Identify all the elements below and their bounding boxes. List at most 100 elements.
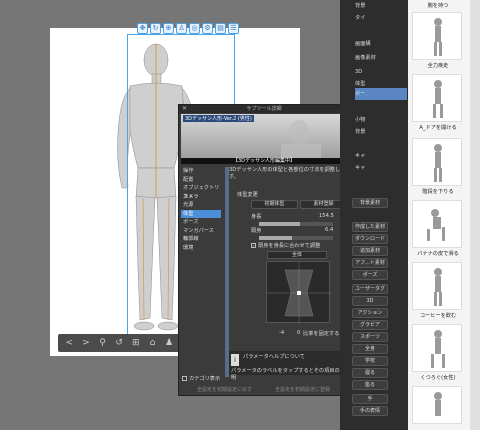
tree-item[interactable]: タイ [355,12,407,24]
figure-icon [431,330,445,368]
canvas-bottom-bar: < > ⚲ ↺ ⊞ ⌂ ♟ ▸ [58,334,191,352]
pose-label: くつろぐ(女性) [420,375,456,381]
tree-item[interactable]: 3D [355,66,407,78]
help-text: パラメータのラベルをタップするとその項目の説明 [231,368,345,381]
figure-icon [433,80,443,118]
edit-banner: 【3Dデッサン人形編集中】 [181,158,347,164]
dock-button[interactable]: ダウンロード [352,234,388,244]
reset-all-button[interactable]: 全設定を初期設定に戻す [197,386,252,393]
settings-icon[interactable]: ⚙ [202,23,213,34]
height-slider[interactable] [259,222,333,226]
dock-button[interactable]: 寝る [352,368,388,378]
next-icon[interactable]: > [81,338,92,348]
category-item[interactable]: 配置 [181,176,221,185]
pose-thumbnail[interactable] [412,324,462,372]
category-item[interactable]: 操作 [181,167,221,176]
rotate-view-icon[interactable]: ↺ [114,338,125,348]
tree-item[interactable]: 画像素材 [355,52,407,64]
zoom-icon[interactable]: ⊕ [163,23,174,34]
close-icon[interactable]: ✕ [182,105,187,113]
pose-label: バナナの皮で滑る [417,251,459,257]
button-row: 初期体型 素材登録 [251,200,347,209]
pose-icon[interactable]: ♙ [176,23,187,34]
tree-item[interactable]: 背景 [355,0,407,12]
rotate-icon[interactable]: ↻ [150,23,161,34]
dock-button[interactable]: グラビア [352,320,388,330]
dock-button[interactable]: 3D [352,296,388,306]
dock-button[interactable]: 手 [352,394,388,404]
dock-button[interactable]: 全身 [352,344,388,354]
dock-button[interactable]: ユーザータグ [352,284,388,294]
dock-button[interactable]: アクション [352,308,388,318]
graph-right-value[interactable]: 0 [297,330,300,336]
category-checkbox[interactable] [182,376,187,381]
dock-button[interactable]: 追加素材 [352,246,388,256]
panel-title: サブツール詳細 [179,105,349,113]
help-title: パラメータヘルプについて [243,354,305,360]
figure-icon [427,209,445,241]
category-item[interactable]: カメラ [181,193,221,202]
home-icon[interactable]: ⌂ [147,338,158,348]
tree-item[interactable]: キャ [355,150,407,162]
pose-thumbnail[interactable] [412,74,462,122]
dock-button[interactable]: アフ...ト素材 [352,258,388,268]
menu-icon[interactable]: ☰ [228,23,239,34]
category-item[interactable]: マンガパース [181,227,221,236]
pose-thumbnail[interactable] [412,200,462,248]
category-item[interactable]: 輪郭線 [181,235,221,244]
pose-label: 階段を下りる [422,189,454,195]
help-box: i パラメータヘルプについて パラメータのラベルをタップするとその項目の説明 [229,351,347,381]
save-icon[interactable]: ▤ [215,23,226,34]
pose-label: 全力疾走 [427,63,449,69]
pose-thumbnail[interactable] [412,12,462,60]
scroll-strip[interactable] [225,167,229,377]
category-item[interactable]: 環境 [181,244,221,253]
tree-item[interactable]: 画面構 [355,38,407,50]
search-icon[interactable]: ⚲ [97,338,108,348]
body-part-select[interactable]: 全体 [267,251,327,259]
head-ratio-slider[interactable] [259,236,333,240]
fit-icon[interactable]: ⊞ [131,338,142,348]
dock-button[interactable]: 学校 [352,356,388,366]
height-value[interactable]: 154.5 [319,213,334,219]
tree-item[interactable]: キャ [355,162,407,174]
category-item[interactable]: オブジェクトリスト [181,184,221,200]
pose-label: 腕を持つ [427,3,449,9]
checkbox-row[interactable]: ✓ 頭身を身長に合わせて調整 [251,242,320,249]
pose-thumbnail[interactable] [412,262,462,310]
figure-icon[interactable]: ♟ [164,338,175,348]
camera-icon[interactable]: ◎ [189,23,200,34]
register-default-button[interactable]: 全設定を初期設定に登録 [275,386,330,393]
dock-button[interactable]: 座る [352,380,388,390]
prev-icon[interactable]: < [64,338,75,348]
category-item[interactable]: ポーズ [181,218,221,227]
move-icon[interactable]: ✥ [137,23,148,34]
figure-icon [434,144,442,182]
checkbox[interactable]: ✓ [251,243,256,248]
tree-item[interactable]: 小物 [355,114,407,126]
dock-button[interactable]: 手の表情 [352,406,388,416]
pose-thumbnail[interactable] [412,138,462,186]
graph-left-value[interactable]: -4 [279,330,284,336]
dock-button[interactable]: 作成した素材 [352,222,388,232]
dock-button[interactable]: ポーズ [352,270,388,280]
initial-body-button[interactable]: 初期体型 [251,200,298,209]
category-item-selected[interactable]: 体型 [181,209,221,218]
category-toggle[interactable]: カテゴリ表示 [182,375,220,382]
category-item[interactable]: 光源 [181,201,221,210]
object-launcher: ✥ ↻ ⊕ ♙ ◎ ⚙ ▤ ☰ [137,23,239,37]
head-ratio-value[interactable]: 6.4 [325,227,333,233]
body-shape-graph[interactable] [266,261,331,324]
ratio-lock-label[interactable]: 比率を固定する [303,330,339,337]
tree-item[interactable]: 背景 [355,126,407,138]
shape-graph-svg [267,262,331,324]
pose-thumbnail[interactable] [412,386,462,424]
dock-button[interactable]: スポーツ [352,332,388,342]
pose-label: コーヒーを飲む [419,313,457,319]
pose-list-scrollbar[interactable] [470,0,480,430]
subtool-detail-panel: サブツール詳細 ✕ 3Dデッサン人形-Ver.2 (男性) 【3Dデッサン人形編… [178,104,349,396]
section-title: 体型変更 [237,192,258,198]
panel-footer: 全設定を初期設定に戻す 全設定を初期設定に登録 [179,383,349,395]
dock-button[interactable]: 背景素材 [352,198,388,208]
tree-item-selected[interactable]: ポー [355,88,407,100]
